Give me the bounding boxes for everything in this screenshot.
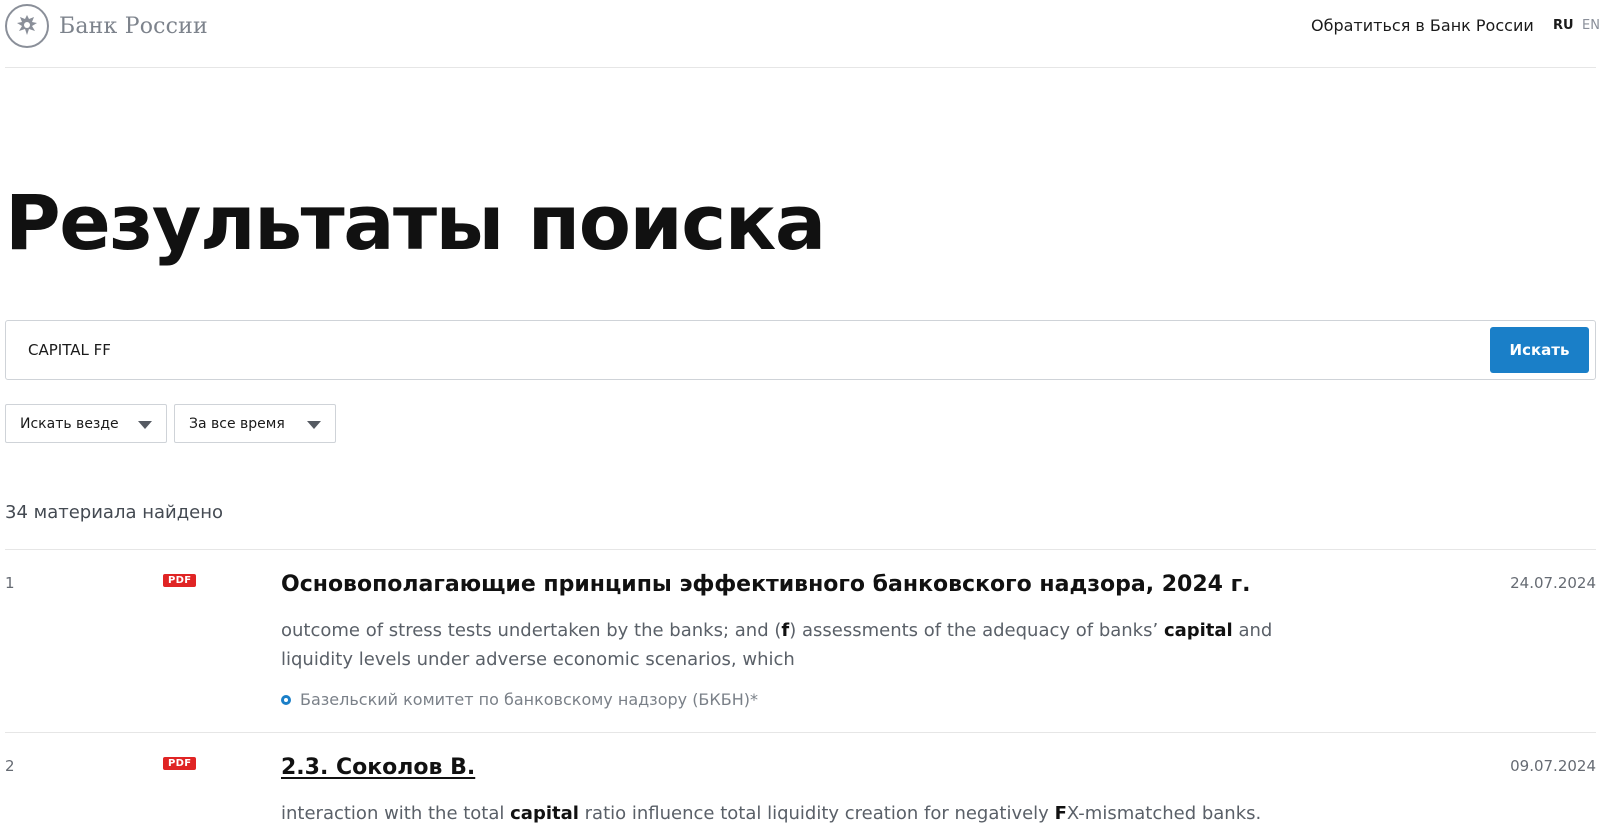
result-snippet: interaction with the total capital ratio… — [281, 803, 1262, 824]
header: Банк России Обратиться в Банк России RU … — [5, 0, 1600, 68]
result-title-link[interactable]: 2.3. Соколов В. — [281, 755, 475, 780]
result-title-link[interactable]: Основополагающие принципы эффективного б… — [281, 572, 1250, 597]
lang-en-link[interactable]: EN — [1582, 18, 1600, 33]
pdf-badge: PDF — [163, 574, 197, 587]
lang-ru-link[interactable]: RU — [1553, 18, 1574, 33]
period-dropdown-label: За все время — [189, 415, 285, 432]
chevron-down-icon — [307, 421, 321, 429]
search-button[interactable]: Искать — [1490, 327, 1589, 373]
search-box: Искать — [5, 320, 1596, 380]
contact-bank-link[interactable]: Обратиться в Банк России — [1311, 16, 1534, 35]
result-date: 24.07.2024 — [1510, 574, 1596, 592]
chevron-down-icon — [138, 421, 152, 429]
logo-link[interactable]: Банк России — [5, 4, 208, 48]
scope-dropdown-label: Искать везде — [20, 415, 119, 432]
result-item: 2 PDF 2.3. Соколов В. 09.07.2024 interac… — [5, 732, 1596, 836]
results-count: 34 материала найдено — [5, 502, 224, 523]
page: Банк России Обратиться в Банк России RU … — [0, 0, 1600, 836]
period-dropdown[interactable]: За все время — [174, 404, 336, 443]
result-date: 09.07.2024 — [1510, 757, 1596, 775]
result-snippet: outcome of stress tests undertaken by th… — [281, 620, 1273, 670]
pdf-badge: PDF — [163, 757, 197, 770]
logo-text: Банк России — [59, 13, 208, 39]
source-bullet-icon — [281, 694, 291, 705]
result-source-link[interactable]: Базельский комитет по банковскому надзор… — [281, 690, 758, 709]
page-title: Результаты поиска — [5, 178, 826, 267]
result-item: 1 PDF Основополагающие принципы эффектив… — [5, 549, 1596, 732]
search-input[interactable] — [28, 337, 1428, 363]
eagle-emblem-icon — [5, 4, 49, 48]
scope-dropdown[interactable]: Искать везде — [5, 404, 167, 443]
result-number: 2 — [5, 757, 15, 775]
result-number: 1 — [5, 574, 15, 592]
result-source-label: Базельский комитет по банковскому надзор… — [300, 690, 759, 709]
